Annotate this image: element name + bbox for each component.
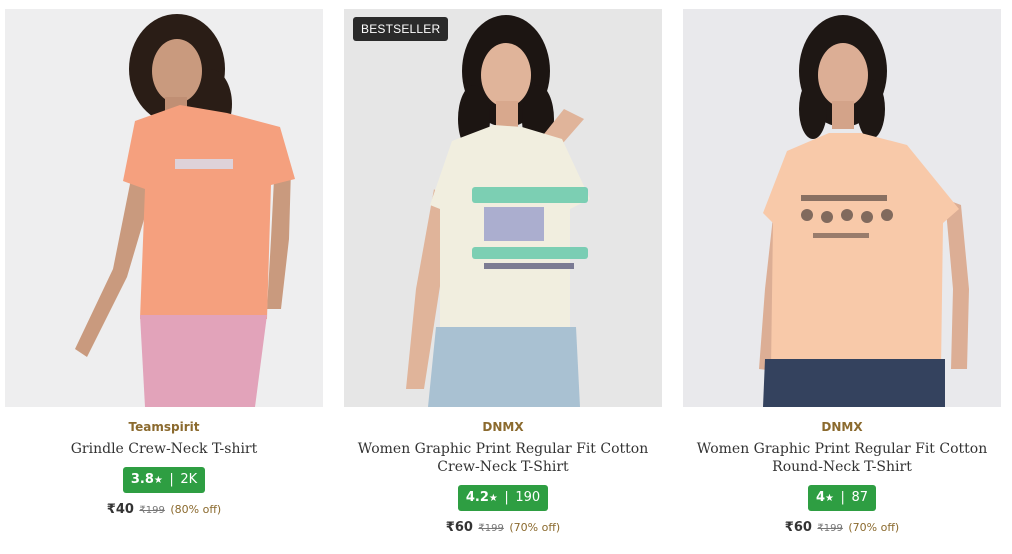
product-image[interactable] xyxy=(683,9,1001,407)
rating-value: 4.2 xyxy=(465,490,489,505)
rating-separator: | xyxy=(169,472,174,487)
discount-text: (70% off) xyxy=(509,521,561,534)
review-count: 87 xyxy=(851,490,868,505)
product-title[interactable]: Grindle Crew-Neck T-shirt xyxy=(8,440,320,458)
price-row: ₹40 ₹199 (80% off) xyxy=(5,502,323,517)
model-photo xyxy=(344,9,662,407)
price-row: ₹60 ₹199 (70% off) xyxy=(344,520,662,535)
rating-badge: 4.2★ | 190 xyxy=(457,485,549,511)
star-icon: ★ xyxy=(825,493,834,504)
bestseller-badge: BESTSELLER xyxy=(353,17,449,41)
rating-badge: 3.8★ | 2K xyxy=(122,467,206,493)
star-icon: ★ xyxy=(153,475,163,486)
model-photo xyxy=(683,9,1001,407)
review-count: 190 xyxy=(515,490,541,505)
rating-separator: | xyxy=(504,490,509,505)
rating-separator: | xyxy=(840,490,845,505)
rating-value: 3.8 xyxy=(130,472,154,487)
product-title[interactable]: Women Graphic Print Regular Fit Cotton R… xyxy=(686,440,998,476)
discount-text: (80% off) xyxy=(170,503,222,516)
discount-text: (70% off) xyxy=(848,521,900,534)
rating-badge: 4★ | 87 xyxy=(807,485,876,511)
rating-value: 4 xyxy=(815,490,826,505)
product-card[interactable]: DNMX Women Graphic Print Regular Fit Cot… xyxy=(683,9,1001,535)
model-photo xyxy=(5,9,323,407)
original-price: ₹199 xyxy=(817,523,843,534)
sale-price: ₹40 xyxy=(106,502,134,517)
product-title[interactable]: Women Graphic Print Regular Fit Cotton C… xyxy=(347,440,659,476)
product-card[interactable]: Teamspirit Grindle Crew-Neck T-shirt 3.8… xyxy=(5,9,323,517)
sale-price: ₹60 xyxy=(445,520,473,535)
original-price: ₹199 xyxy=(139,505,165,516)
original-price: ₹199 xyxy=(478,523,504,534)
sale-price: ₹60 xyxy=(784,520,812,535)
product-image[interactable] xyxy=(5,9,323,407)
product-brand[interactable]: DNMX xyxy=(683,419,1001,435)
product-grid: Teamspirit Grindle Crew-Neck T-shirt 3.8… xyxy=(0,0,1012,554)
price-row: ₹60 ₹199 (70% off) xyxy=(683,520,1001,535)
product-brand[interactable]: Teamspirit xyxy=(5,419,323,435)
product-card[interactable]: BESTSELLER DNMX Women Graphic Print Regu… xyxy=(344,9,662,535)
product-image[interactable]: BESTSELLER xyxy=(344,9,662,407)
star-icon: ★ xyxy=(488,493,498,504)
review-count: 2K xyxy=(180,472,198,487)
product-brand[interactable]: DNMX xyxy=(344,419,662,435)
